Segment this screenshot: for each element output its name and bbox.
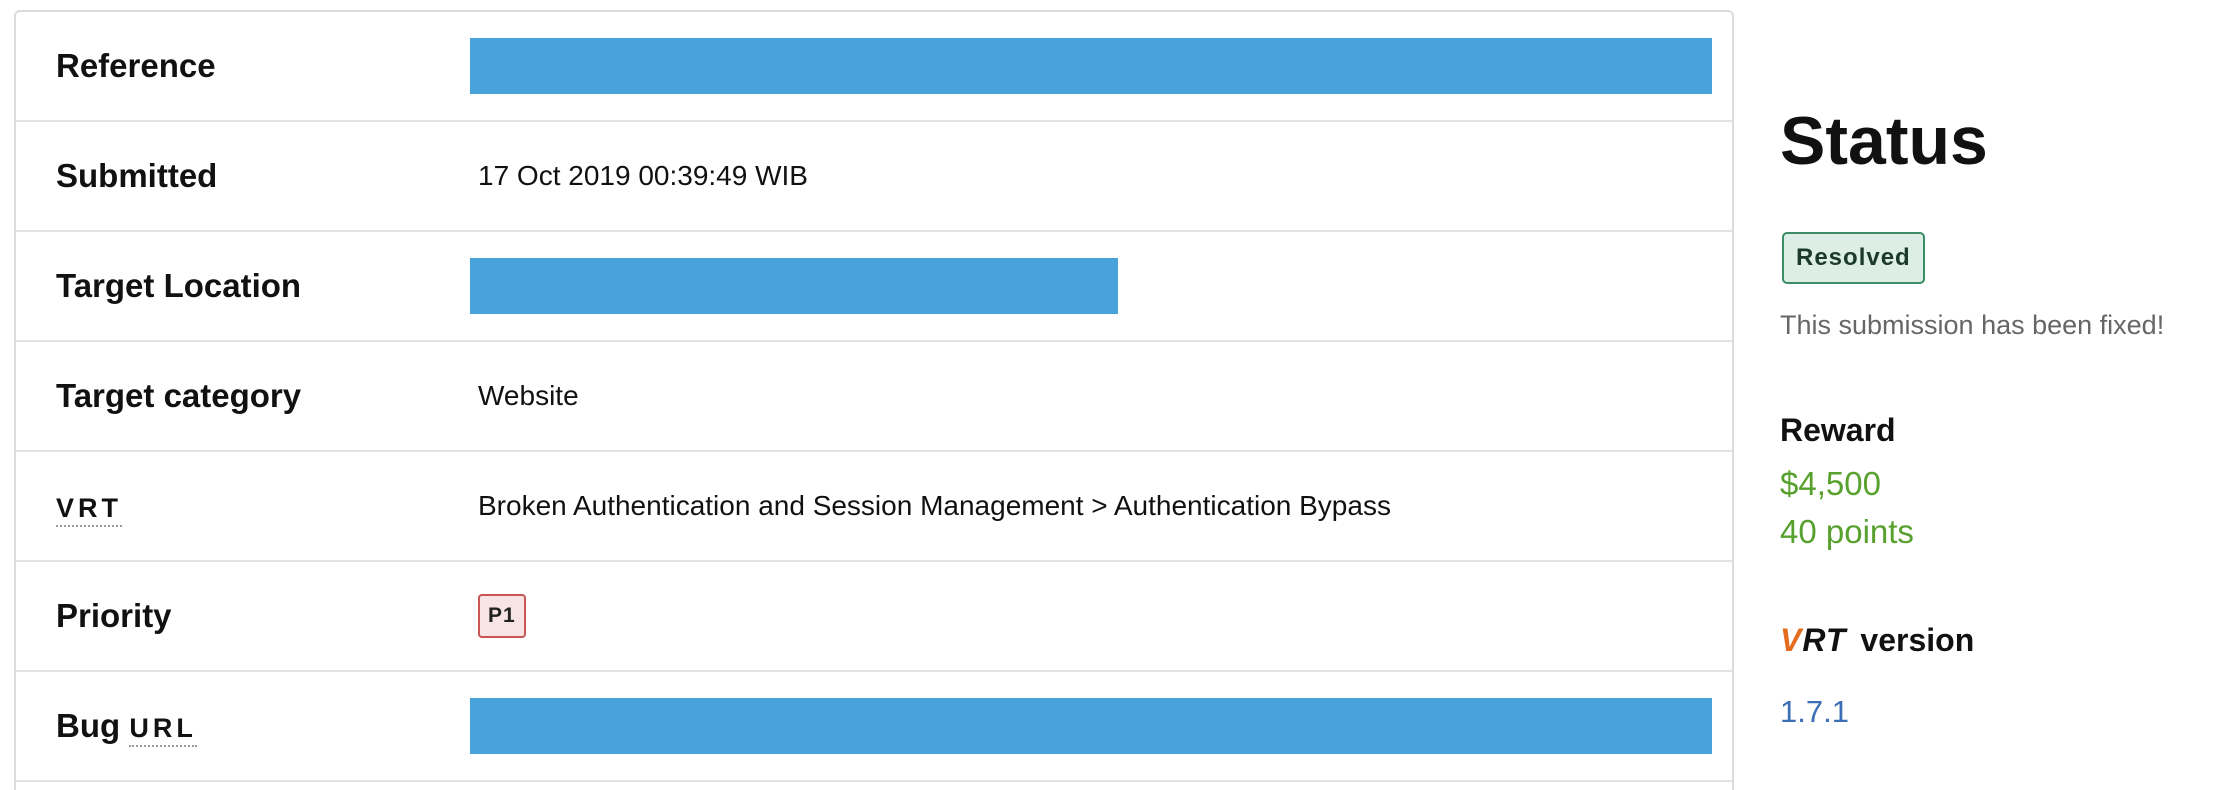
target-category-label: Target category (56, 377, 302, 414)
vrt-version-title: VRT version (1780, 622, 1974, 659)
target-location-row: Target Location (16, 232, 1732, 342)
vrt-version-link[interactable]: 1.7.1 (1780, 694, 1849, 730)
priority-label: Priority (56, 597, 172, 634)
url-abbreviation[interactable]: URL (129, 713, 197, 747)
target-category-row: Target category Website (16, 342, 1732, 452)
submitted-value: 17 Oct 2019 00:39:49 WIB (478, 160, 808, 191)
vrt-abbreviation[interactable]: VRT (56, 493, 122, 527)
priority-badge: P1 (478, 594, 526, 638)
target-category-value: Website (478, 380, 579, 411)
vrt-value: Broken Authentication and Session Manage… (478, 490, 1391, 521)
bug-url-label: Bug URL (56, 707, 197, 747)
vrt-label[interactable]: VRT (56, 487, 122, 527)
status-description: This submission has been fixed! (1780, 310, 2165, 340)
status-sidebar: Status Resolved This submission has been… (1780, 0, 2222, 790)
submission-details-card: Reference Submitted 17 Oct 2019 00:39:49… (14, 10, 1734, 790)
submitted-label: Submitted (56, 157, 218, 194)
vrt-logo-icon: VRT (1780, 622, 1847, 658)
reward-title: Reward (1780, 412, 1896, 448)
reference-row: Reference (16, 12, 1732, 122)
target-location-redaction (470, 258, 1118, 314)
reference-redaction (470, 38, 1712, 94)
status-title: Status (1780, 103, 1988, 179)
bug-url-row: Bug URL (16, 672, 1732, 782)
vrt-version-label: version (1860, 622, 1975, 658)
target-location-label: Target Location (56, 267, 302, 304)
reference-label: Reference (56, 47, 216, 84)
reward-points: 40 points (1780, 513, 1914, 550)
reward-amount: $4,500 (1780, 465, 1881, 502)
status-badge: Resolved (1782, 232, 1925, 284)
bug-url-label-prefix: Bug (56, 707, 121, 744)
bug-url-redaction (470, 698, 1712, 754)
priority-row: Priority P1 (16, 562, 1732, 672)
vrt-row: VRT Broken Authentication and Session Ma… (16, 452, 1732, 562)
submitted-row: Submitted 17 Oct 2019 00:39:49 WIB (16, 122, 1732, 232)
